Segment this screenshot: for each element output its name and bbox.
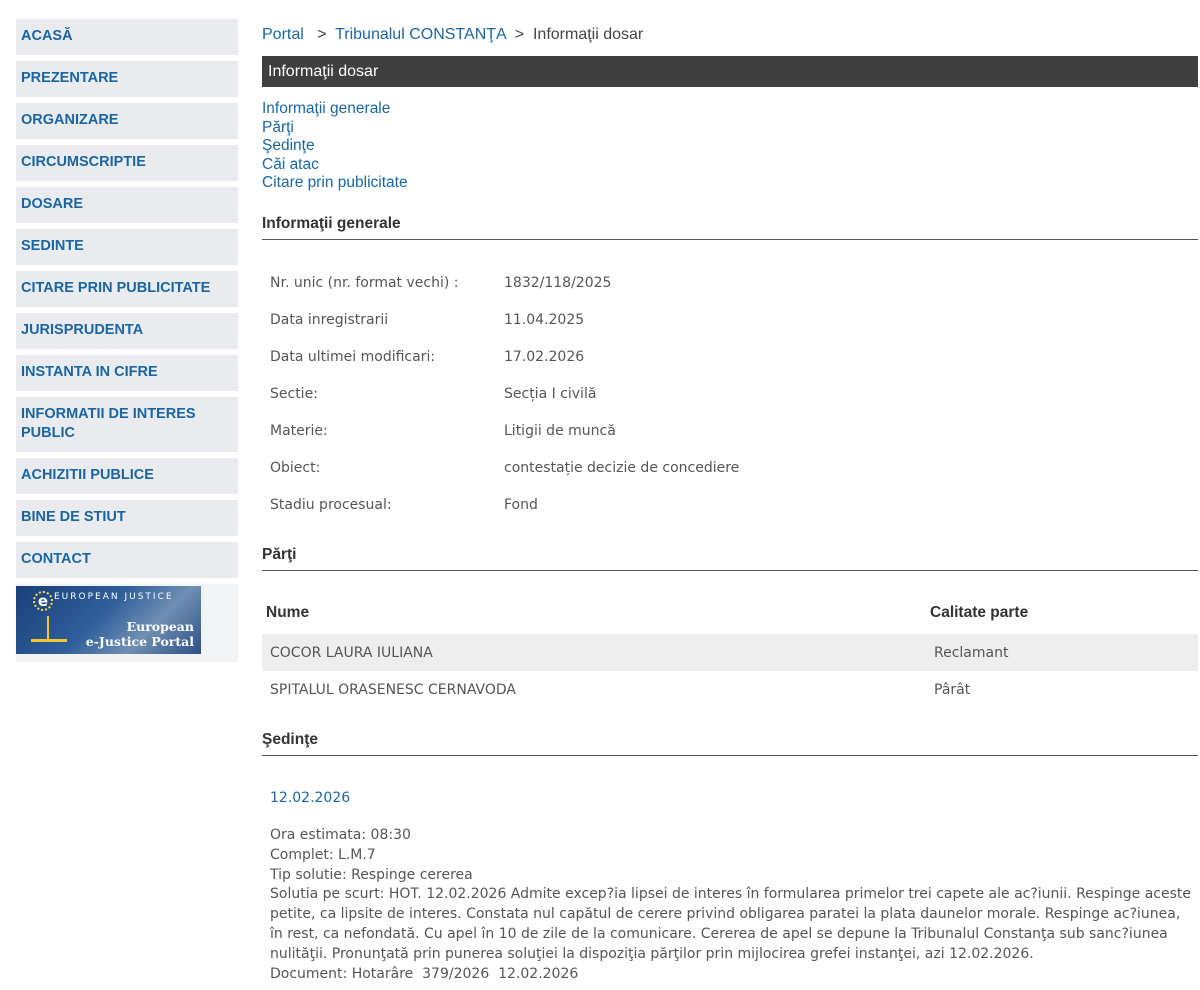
ejustice-line2: e-Justice Portal xyxy=(85,634,194,649)
breadcrumb-court-link[interactable]: Tribunalul CONSTANŢA xyxy=(335,26,506,43)
info-label: Sectie: xyxy=(270,386,318,402)
ejustice-line1: European xyxy=(126,619,194,634)
link-parti[interactable]: Părţi xyxy=(262,119,408,138)
party-role: Pârât xyxy=(934,681,971,698)
page-title: Informaţii dosar xyxy=(262,56,1198,87)
sidebar-item-informatii-interes-public[interactable]: INFORMATII DE INTERES PUBLIC xyxy=(16,397,238,452)
sidebar-item-sedinte[interactable]: SEDINTE xyxy=(16,229,238,265)
info-value: 17.02.2026 xyxy=(504,349,585,365)
info-label: Materie: xyxy=(270,423,328,439)
breadcrumb-portal-link[interactable]: Portal xyxy=(262,26,304,43)
ejustice-logo-icon: e xyxy=(33,591,53,611)
hearing-estimated-time: Ora estimata: 08:30 xyxy=(270,827,411,843)
table-row: SPITALUL ORASENESC CERNAVODA Pârât xyxy=(262,671,1198,708)
table-header-row: Nume Calitate parte xyxy=(262,592,1198,634)
column-header-calitate-parte: Calitate parte xyxy=(930,604,1029,621)
hearing-solution-type: Tip solutie: Respinge cererea xyxy=(270,866,473,883)
sidebar-item-organizare[interactable]: ORGANIZARE xyxy=(16,103,238,139)
sidebar-nav: ACASĂ PREZENTARE ORGANIZARE CIRCUMSCRIPT… xyxy=(16,19,238,662)
hearing-details: Ora estimata: 08:30 Complet: L.M.7 Tip s… xyxy=(270,826,1195,984)
info-label: Stadiu procesual: xyxy=(270,497,392,513)
ejustice-banner-container: e EUROPEAN JUSTICE European e-Justice Po… xyxy=(16,584,238,662)
sidebar-item-bine-de-stiut[interactable]: BINE DE STIUT xyxy=(16,500,238,536)
info-label: Data ultimei modificari: xyxy=(270,349,436,365)
info-value: Fond xyxy=(504,497,538,513)
party-name: SPITALUL ORASENESC CERNAVODA xyxy=(270,681,516,698)
info-label: Data inregistrarii xyxy=(270,312,389,328)
sidebar-item-achizitii-publice[interactable]: ACHIZITII PUBLICE xyxy=(16,458,238,494)
sidebar-item-circumscriptie[interactable]: CIRCUMSCRIPTIE xyxy=(16,145,238,181)
info-value: Litigii de muncă xyxy=(504,423,616,439)
breadcrumb: Portal > Tribunalul CONSTANŢA > Informaţ… xyxy=(262,26,643,44)
hearing-panel: Complet: L.M.7 xyxy=(270,846,376,863)
sidebar-item-instanta-in-cifre[interactable]: INSTANTA IN CIFRE xyxy=(16,355,238,391)
breadcrumb-separator: > xyxy=(514,26,525,43)
sidebar-item-dosare[interactable]: DOSARE xyxy=(16,187,238,223)
info-label: Nr. unic (nr. format vechi) : xyxy=(270,275,459,291)
general-info-title: Informaţii generale xyxy=(262,215,1198,240)
party-name: COCOR LAURA IULIANA xyxy=(262,634,926,671)
info-value: 11.04.2025 xyxy=(504,312,585,328)
ejustice-portal-text: European e-Justice Portal xyxy=(86,619,194,649)
table-row: COCOR LAURA IULIANA Reclamant xyxy=(262,634,1198,671)
hearing-date: 12.02.2026 xyxy=(270,790,351,806)
info-value: 1832/118/2025 xyxy=(504,275,612,291)
link-citare-publicitate[interactable]: Citare prin publicitate xyxy=(262,174,408,193)
link-cai-atac[interactable]: Căi atac xyxy=(262,156,408,175)
justice-scale-icon xyxy=(31,616,67,642)
link-sedinte[interactable]: Şedinţe xyxy=(262,137,408,156)
sidebar-item-jurisprudenta[interactable]: JURISPRUDENTA xyxy=(16,313,238,349)
breadcrumb-current: Informaţii dosar xyxy=(532,26,644,43)
sidebar-item-citare[interactable]: CITARE PRIN PUBLICITATE xyxy=(16,271,238,307)
info-value: Secția I civilă xyxy=(504,386,597,402)
party-role: Reclamant xyxy=(926,634,1198,671)
parties-table: Nume Calitate parte COCOR LAURA IULIANA … xyxy=(262,592,1198,708)
hearings-title: Şedinţe xyxy=(262,731,1198,756)
parties-title: Părţi xyxy=(262,546,1198,571)
hearing-solution-summary: Solutia pe scurt: HOT. 12.02.2026 Admite… xyxy=(270,886,1191,962)
sidebar-item-prezentare[interactable]: PREZENTARE xyxy=(16,61,238,97)
ejustice-portal-banner[interactable]: e EUROPEAN JUSTICE European e-Justice Po… xyxy=(16,586,201,654)
link-informatii-generale[interactable]: Informaţii generale xyxy=(262,100,408,119)
breadcrumb-separator: > xyxy=(317,26,327,43)
info-value: contestație decizie de concediere xyxy=(504,460,740,476)
ejustice-top-text: EUROPEAN JUSTICE xyxy=(54,592,174,602)
sidebar-item-acasa[interactable]: ACASĂ xyxy=(16,19,238,55)
sidebar-item-contact[interactable]: CONTACT xyxy=(16,542,238,578)
hearing-document: Document: Hotarâre 379/2026 12.02.2026 xyxy=(270,965,579,982)
info-label: Obiect: xyxy=(270,460,321,476)
section-links: Informaţii generale Părţi Şedinţe Căi at… xyxy=(262,100,408,193)
column-header-nume: Nume xyxy=(266,604,310,621)
